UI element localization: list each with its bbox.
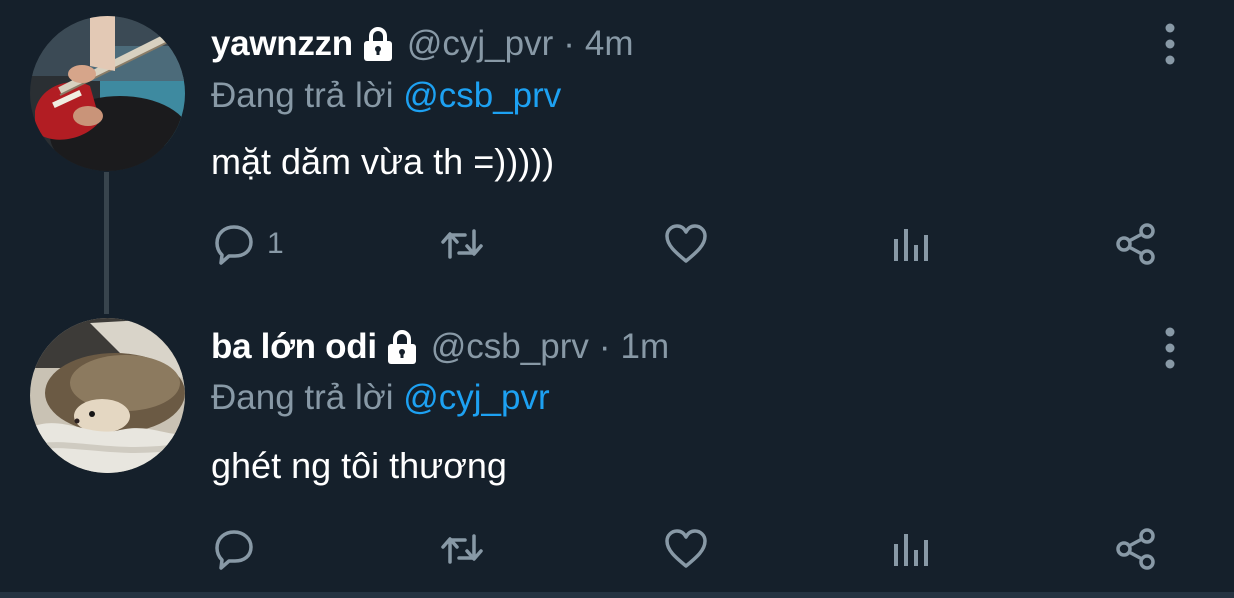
avatar[interactable] <box>30 16 185 171</box>
tweet-header: yawnzzn @cyj_pvr · 4m <box>211 24 634 64</box>
analytics-icon <box>888 221 934 267</box>
bass-guitar-photo <box>30 16 185 171</box>
replying-to-label: Đang trả lời <box>211 378 394 417</box>
lock-icon <box>387 329 417 365</box>
like-button[interactable] <box>663 524 709 574</box>
reply-icon <box>211 221 257 267</box>
like-button[interactable] <box>663 219 709 269</box>
like-icon <box>663 221 709 267</box>
mention-link[interactable]: @csb_prv <box>403 76 561 115</box>
share-button[interactable] <box>1113 524 1159 574</box>
reply-button[interactable] <box>211 524 267 574</box>
analytics-icon <box>888 526 934 572</box>
reply-count: 1 <box>267 227 284 260</box>
share-button[interactable] <box>1113 219 1159 269</box>
mention-link[interactable]: @cyj_pvr <box>403 378 549 417</box>
share-icon <box>1113 221 1159 267</box>
separator: · <box>598 327 611 366</box>
tweet-actions: 1 <box>211 219 1171 269</box>
display-name[interactable]: ba lớn odi <box>211 327 377 367</box>
reply-button[interactable]: 1 <box>211 219 284 269</box>
lock-icon <box>363 26 393 62</box>
timestamp[interactable]: 4m <box>585 24 634 64</box>
tweet-header: ba lớn odi @csb_prv · 1m <box>211 327 669 367</box>
more-vertical-icon[interactable] <box>1158 22 1182 66</box>
handle[interactable]: @csb_prv <box>431 327 589 367</box>
avatar[interactable] <box>30 318 185 473</box>
tweet-thread: yawnzzn @cyj_pvr · 4m Đang trả lời @csb_… <box>0 0 1234 598</box>
more-vertical-icon[interactable] <box>1158 326 1182 370</box>
timestamp[interactable]: 1m <box>621 327 670 367</box>
retweet-icon <box>439 221 485 267</box>
analytics-button[interactable] <box>888 524 934 574</box>
retweet-button[interactable] <box>439 219 485 269</box>
separator: · <box>563 24 575 63</box>
replying-to: Đang trả lời @csb_prv <box>211 76 561 116</box>
hedgehog-photo <box>30 318 185 473</box>
like-icon <box>663 526 709 572</box>
replying-to-label: Đang trả lời <box>211 76 394 115</box>
tweet-actions <box>211 524 1171 574</box>
retweet-icon <box>439 526 485 572</box>
retweet-button[interactable] <box>439 524 485 574</box>
handle[interactable]: @cyj_pvr <box>407 24 553 64</box>
reply-icon <box>211 526 257 572</box>
tweet-text: ghét ng tôi thương <box>211 445 507 486</box>
replying-to: Đang trả lời @cyj_pvr <box>211 378 550 418</box>
share-icon <box>1113 526 1159 572</box>
display-name[interactable]: yawnzzn <box>211 24 353 64</box>
thread-connector-line <box>104 172 109 314</box>
bottom-divider <box>0 592 1234 598</box>
tweet-text: mặt dăm vừa th =))))) <box>211 141 555 182</box>
analytics-button[interactable] <box>888 219 934 269</box>
